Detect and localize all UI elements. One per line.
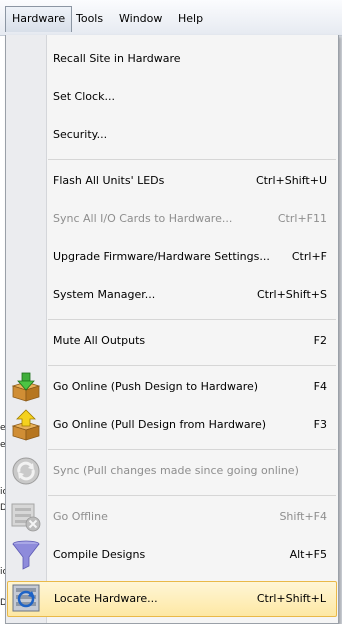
menu-item-compile-designs[interactable]: Compile Designs Alt+F5 [6, 538, 338, 572]
menu-item-label: Mute All Outputs [53, 334, 146, 347]
menu-item-label: Security... [53, 128, 108, 141]
menu-separator [48, 365, 336, 366]
menu-item-label: Compile Designs [53, 548, 146, 561]
menu-separator [48, 159, 336, 160]
menu-separator [48, 319, 336, 320]
menu-item-label: Sync All I/O Cards to Hardware... [53, 212, 233, 225]
menu-item-sync-pull-changes: Sync (Pull changes made since going onli… [6, 454, 338, 488]
box-green-down-arrow-icon [11, 372, 41, 402]
menu-item-shortcut: Shift+F4 [279, 510, 327, 523]
menu-window[interactable]: Window [113, 6, 168, 32]
menu-item-shortcut: F3 [313, 418, 327, 431]
menu-item-shortcut: Alt+F5 [289, 548, 327, 561]
menu-item-go-online-pull[interactable]: Go Online (Pull Design from Hardware) F3 [6, 408, 338, 442]
menu-item-label: Flash All Units' LEDs [53, 174, 165, 187]
menu-separator [48, 449, 336, 450]
menu-item-label: Set Clock... [53, 90, 115, 103]
menu-item-shortcut: Ctrl+Shift+U [255, 174, 327, 187]
menu-item-shortcut: F2 [313, 334, 327, 347]
go-offline-icon [11, 503, 41, 532]
menu-item-label: Go Offline [53, 510, 108, 523]
menu-item-label: Go Online (Pull Design from Hardware) [53, 418, 267, 431]
menu-item-label: Recall Site in Hardware [53, 52, 181, 65]
menu-bar: Hardware Tools Window Help [0, 0, 342, 36]
menu-item-sync-io-cards: Sync All I/O Cards to Hardware... Ctrl+F… [6, 202, 338, 236]
menu-item-label: Sync (Pull changes made since going onli… [53, 464, 299, 477]
menu-item-security[interactable]: Security... [6, 118, 338, 152]
menu-help[interactable]: Help [172, 6, 209, 32]
box-yellow-up-arrow-icon [11, 409, 41, 441]
locate-hardware-icon [12, 584, 40, 612]
menu-item-shortcut: Ctrl+F11 [277, 212, 327, 225]
menu-item-go-offline: Go Offline Shift+F4 [6, 500, 338, 534]
menu-item-set-clock[interactable]: Set Clock... [6, 80, 338, 114]
menu-item-mute-outputs[interactable]: Mute All Outputs F2 [6, 324, 338, 358]
menu-item-locate-hardware[interactable]: Locate Hardware... Ctrl+Shift+L [7, 581, 337, 617]
menu-separator [48, 495, 336, 496]
menu-item-flash-leds[interactable]: Flash All Units' LEDs Ctrl+Shift+U [6, 164, 338, 198]
hardware-dropdown-menu: Recall Site in Hardware Set Clock... Sec… [5, 35, 339, 624]
menu-tools[interactable]: Tools [70, 6, 109, 32]
menu-item-label: System Manager... [53, 288, 156, 301]
menu-item-shortcut: Ctrl+Shift+S [257, 288, 327, 301]
menu-item-shortcut: F4 [313, 380, 327, 393]
funnel-icon [12, 540, 40, 570]
menu-hardware[interactable]: Hardware [5, 6, 73, 32]
menu-item-system-manager[interactable]: System Manager... Ctrl+Shift+S [6, 278, 338, 312]
menu-item-label: Locate Hardware... [54, 592, 158, 605]
menu-item-shortcut: Ctrl+F [291, 250, 327, 263]
menu-item-shortcut: Ctrl+Shift+L [256, 592, 326, 605]
menu-item-upgrade-firmware[interactable]: Upgrade Firmware/Hardware Settings... Ct… [6, 240, 338, 274]
menu-item-label: Upgrade Firmware/Hardware Settings... [53, 250, 270, 263]
menu-item-recall-site[interactable]: Recall Site in Hardware [6, 42, 338, 76]
sync-icon [12, 457, 40, 485]
menu-item-go-online-push[interactable]: Go Online (Push Design to Hardware) F4 [6, 370, 338, 404]
menu-item-label: Go Online (Push Design to Hardware) [53, 380, 259, 393]
